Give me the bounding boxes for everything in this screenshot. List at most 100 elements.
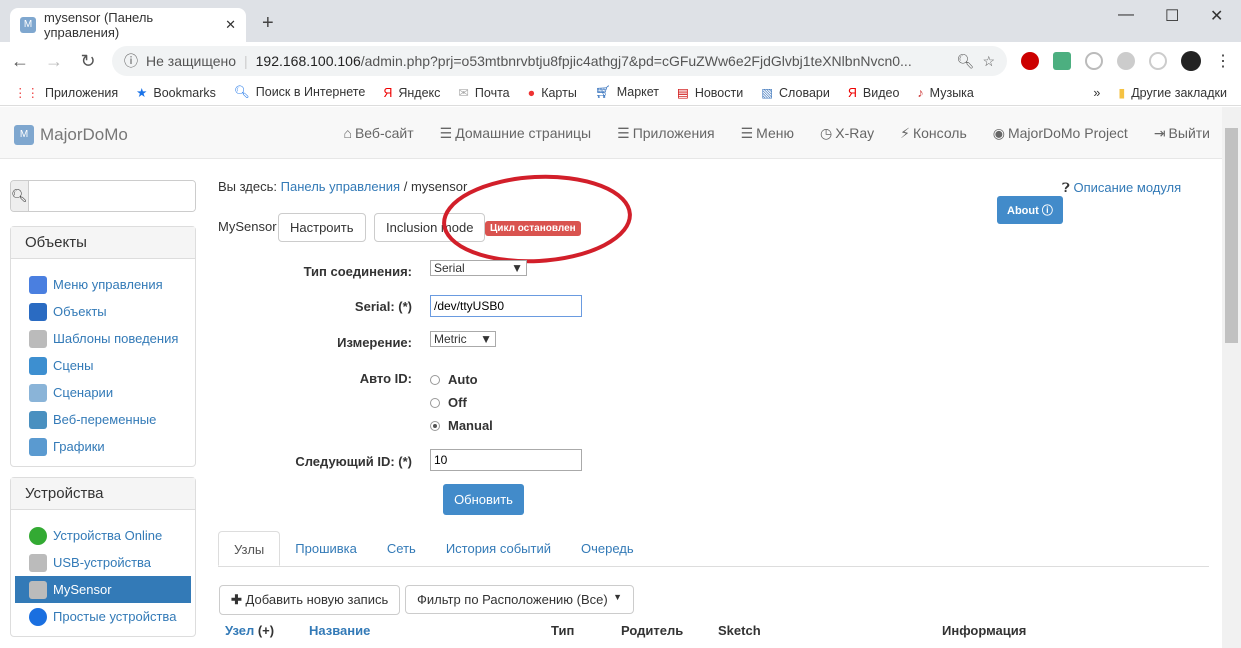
star-icon: ★ (136, 86, 148, 100)
new-tab-button[interactable]: + (262, 12, 274, 35)
brand-link[interactable]: M MajorDoMo (14, 125, 128, 145)
radio-icon[interactable] (430, 420, 440, 431)
sidebar-item[interactable]: Простые устройства (15, 603, 191, 630)
column-name[interactable]: Название (309, 623, 370, 638)
update-button[interactable]: Обновить (443, 484, 524, 515)
avatar[interactable] (1181, 51, 1201, 71)
close-window-button[interactable]: ✕ (1210, 6, 1223, 26)
other-bookmarks[interactable]: ▮ Другие закладки (1118, 85, 1227, 100)
extension-icon[interactable] (1085, 52, 1103, 70)
tab-title: mysensor (Панель управления) (44, 10, 154, 40)
globe-icon: ◉ (992, 125, 1005, 141)
nav-item-label: Приложения (632, 125, 715, 141)
tab[interactable]: История событий (431, 531, 566, 566)
sidebar-item[interactable]: Устройства Online (15, 522, 191, 549)
nav-item[interactable]: ⌂ Веб-сайт (344, 125, 414, 142)
scripts-icon (29, 383, 47, 402)
info-icon[interactable]: ⓘ (124, 51, 138, 71)
search-icon: 🔍︎ (233, 85, 250, 99)
breadcrumb-link[interactable]: Панель управления (281, 179, 400, 194)
search-button[interactable]: 🔍︎ (11, 181, 29, 211)
sidebar-item[interactable]: USB-устройства (15, 549, 191, 576)
bookmark-item[interactable]: ✉ Почта (458, 85, 509, 100)
nav-item[interactable]: ◷ X-Ray (820, 125, 874, 142)
sidebar: 🔍︎ Объекты Меню управления Объекты Шаблоны… (10, 180, 196, 647)
back-icon[interactable]: ← (10, 51, 30, 72)
yandex-icon: Я (847, 85, 857, 100)
connection-type-select[interactable]: Serial ▼ (430, 260, 527, 276)
sidebar-item[interactable]: Сцены (15, 352, 191, 379)
sidebar-item[interactable]: Сценарии (15, 379, 191, 406)
auto-id-radio[interactable]: Auto (430, 368, 493, 391)
tab[interactable]: Сеть (372, 531, 431, 566)
sidebar-item[interactable]: Графики (15, 433, 191, 460)
extension-icon[interactable] (1053, 52, 1071, 70)
question-icon: ❓︎ (1062, 180, 1070, 195)
close-tab-icon[interactable]: ✕ (225, 17, 236, 33)
measurement-select[interactable]: Metric ▼ (430, 331, 496, 347)
minimize-button[interactable]: — (1118, 6, 1134, 24)
radio-icon[interactable] (430, 374, 440, 385)
location-filter-select[interactable]: Фильтр по Расположению (Все) ▼ (405, 585, 634, 614)
nav-item-label: Консоль (912, 125, 967, 141)
bookmark-label: Новости (694, 86, 744, 100)
auto-id-radio[interactable]: Manual (430, 414, 493, 437)
bookmark-item[interactable]: ★ Bookmarks (136, 85, 216, 100)
column-node-add[interactable]: (+) (258, 623, 274, 638)
cloud-icon[interactable] (1149, 52, 1167, 70)
bookmark-item[interactable]: ▧ Словари (761, 85, 830, 100)
url-host: 192.168.100.106 (255, 53, 361, 69)
sidebar-item[interactable]: Объекты (15, 298, 191, 325)
tab[interactable]: Прошивка (280, 531, 372, 566)
sidebar-item[interactable]: MySensor (15, 576, 191, 603)
sidebar-item[interactable]: Меню управления (15, 271, 191, 298)
reload-icon[interactable]: ↻ (78, 51, 98, 72)
next-id-input[interactable] (430, 449, 582, 471)
bookmark-label: Маркет (616, 85, 660, 99)
bookmark-item[interactable]: Я Яндекс (383, 86, 440, 100)
add-record-button[interactable]: ✚ Добавить новую запись (219, 585, 401, 615)
menu-dots-icon[interactable]: ⋮ (1215, 51, 1231, 71)
extension-icon[interactable] (1117, 52, 1135, 70)
next-id-label: Следующий ID: (*) (295, 454, 412, 469)
auto-id-radio[interactable]: Off (430, 391, 493, 414)
search-input[interactable] (28, 181, 195, 211)
bookmark-item[interactable]: ⋮⋮ Приложения (14, 85, 118, 100)
forward-icon[interactable]: → (44, 51, 64, 72)
more-bookmarks-button[interactable]: » (1093, 86, 1100, 100)
sidebar-item[interactable]: Веб-переменные (15, 406, 191, 433)
help-link[interactable]: ❓︎ Описание модуля (1062, 180, 1181, 196)
tab[interactable]: Узлы (218, 531, 281, 566)
bookmark-item[interactable]: 🔍︎ Поиск в Интернете (234, 85, 365, 100)
tab[interactable]: Очередь (566, 531, 649, 566)
bookmark-item[interactable]: ● Карты (528, 86, 577, 100)
serial-input[interactable] (430, 295, 582, 317)
dictionary-icon: ▧ (761, 86, 774, 100)
nav-item[interactable]: ☰ Меню (741, 125, 794, 142)
sidebar-item[interactable]: Шаблоны поведения (15, 325, 191, 352)
objects-panel-title: Объекты (11, 227, 195, 259)
adblock-icon[interactable] (1021, 52, 1039, 70)
bookmark-item[interactable]: 🛒︎ Маркет (595, 85, 659, 100)
nav-item[interactable]: ⇥ Выйти (1154, 125, 1210, 142)
zoom-icon[interactable]: 🔍︎ (957, 53, 975, 70)
about-button[interactable]: About ⓘ (997, 196, 1063, 224)
nav-item[interactable]: ☰ Приложения (617, 125, 714, 142)
bookmark-item[interactable]: ▤ Новости (677, 85, 743, 100)
measurement-label: Измерение: (337, 335, 412, 350)
configure-button[interactable]: Настроить (278, 213, 366, 242)
nav-item[interactable]: ◉ MajorDoMo Project (993, 125, 1128, 142)
measurement-value: Metric (434, 332, 467, 346)
browser-tab[interactable]: M mysensor (Панель управления) ✕ (10, 8, 246, 42)
scrollbar-thumb[interactable] (1225, 128, 1238, 343)
bookmark-item[interactable]: Я Видео (848, 86, 900, 100)
bookmark-item[interactable]: ♪ Музыка (917, 86, 973, 100)
objects-panel: Объекты Меню управления Объекты Шаблоны по… (10, 226, 196, 467)
nav-item[interactable]: ☰ Домашние страницы (440, 125, 591, 142)
address-bar[interactable]: ⓘ Не защищено | 192.168.100.106/admin.ph… (112, 46, 1007, 76)
column-node[interactable]: Узел (+) (225, 623, 274, 638)
nav-item[interactable]: ⚡︎ Консоль (900, 125, 967, 142)
bookmark-star-icon[interactable]: ☆ (982, 53, 995, 70)
maximize-button[interactable]: ☐ (1165, 6, 1179, 26)
radio-icon[interactable] (430, 397, 440, 408)
